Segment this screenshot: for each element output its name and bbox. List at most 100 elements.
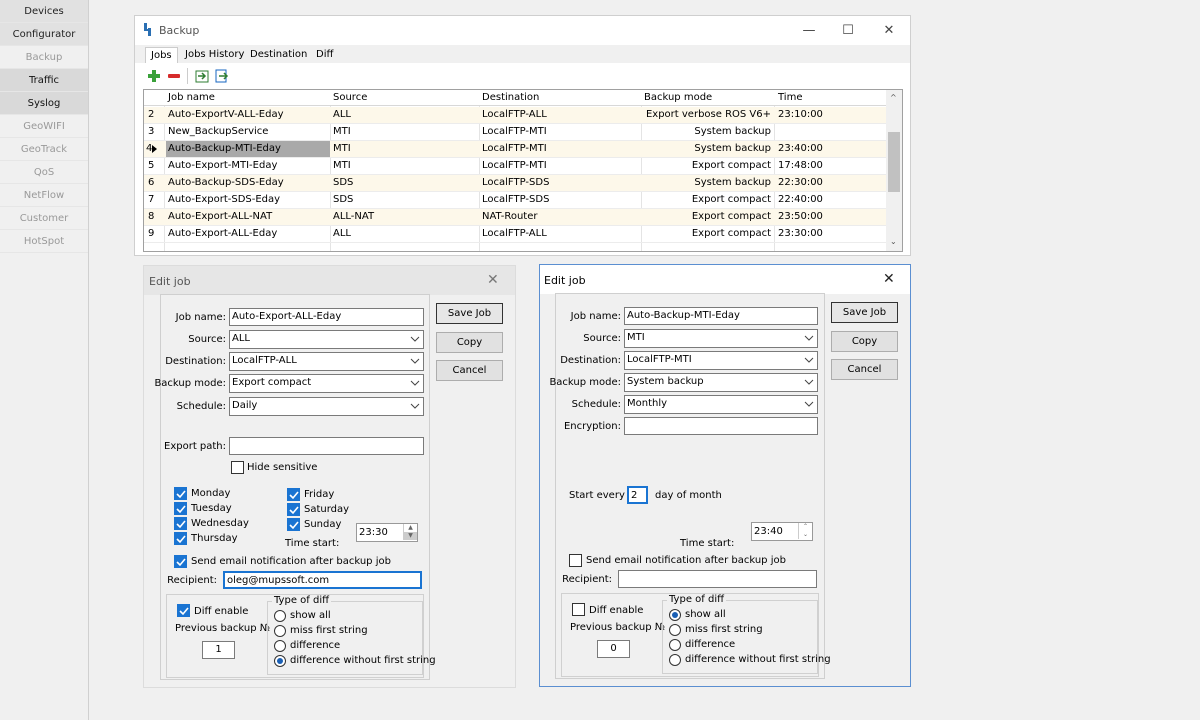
job-name-cell: Auto-Export-ALL-Eday: [168, 228, 278, 239]
saturday-checkbox[interactable]: [287, 503, 300, 516]
sidebar-item-netflow[interactable]: NetFlow: [0, 184, 88, 207]
destination-select[interactable]: LocalFTP-MTI: [624, 351, 818, 370]
save-job-button[interactable]: Save Job: [436, 303, 503, 324]
mode-cell: Export compact: [691, 160, 771, 171]
schedule-select[interactable]: Daily: [229, 397, 424, 416]
job-name-cell: Auto-Backup-MTI-Eday: [168, 143, 281, 154]
copy-button[interactable]: Copy: [831, 331, 898, 352]
hide-sensitive-checkbox[interactable]: [231, 461, 244, 474]
minimize-icon[interactable]: —: [799, 23, 819, 38]
day-of-month-field[interactable]: 2: [627, 486, 648, 504]
diff-difference-radio[interactable]: [669, 639, 681, 651]
time-start-spinner[interactable]: 23:30 ▲ ▼: [356, 523, 418, 542]
send-email-checkbox[interactable]: [174, 555, 187, 568]
remove-icon[interactable]: [167, 69, 181, 83]
tab-destination[interactable]: Destination: [245, 47, 312, 63]
table-row[interactable]: 6 Auto-Backup-SDS-Eday SDS LocalFTP-SDS …: [144, 175, 886, 192]
friday-checkbox[interactable]: [287, 488, 300, 501]
table-row[interactable]: 3 New_BackupService MTI LocalFTP-MTI Sys…: [144, 124, 886, 141]
table-row[interactable]: 4 Auto-Backup-MTI-Eday MTI LocalFTP-MTI …: [144, 141, 886, 158]
diff-without-first-radio[interactable]: [669, 654, 681, 666]
maximize-icon[interactable]: ☐: [838, 23, 858, 38]
table-row[interactable]: 2 Auto-ExportV-ALL-Eday ALL LocalFTP-ALL…: [144, 107, 886, 124]
sidebar-item-syslog[interactable]: Syslog: [0, 92, 88, 115]
diff-difference-radio[interactable]: [274, 640, 286, 652]
sidebar-item-qos[interactable]: QoS: [0, 161, 88, 184]
table-row[interactable]: 8 Auto-Export-ALL-NAT ALL-NAT NAT-Router…: [144, 209, 886, 226]
diff-miss-first-radio[interactable]: [274, 625, 286, 637]
diff-miss-first-label: miss first string: [685, 624, 763, 635]
diff-enable-checkbox[interactable]: [177, 604, 190, 617]
previous-backup-field[interactable]: 1: [202, 641, 235, 659]
sidebar-item-customer[interactable]: Customer: [0, 207, 88, 230]
sidebar-item-backup[interactable]: Backup: [0, 46, 88, 69]
chevron-down-icon: [410, 380, 420, 386]
save-job-button[interactable]: Save Job: [831, 302, 898, 323]
monday-checkbox[interactable]: [174, 487, 187, 500]
spin-up-icon[interactable]: ⌃: [798, 523, 812, 531]
thursday-checkbox[interactable]: [174, 532, 187, 545]
column-header[interactable]: Source: [333, 92, 367, 103]
monday-label: Monday: [191, 488, 231, 499]
tab-diff[interactable]: Diff: [311, 47, 338, 63]
scroll-up-icon[interactable]: ^: [890, 93, 897, 102]
sidebar-item-traffic[interactable]: Traffic: [0, 69, 88, 92]
spin-down-icon[interactable]: ▼: [403, 532, 417, 540]
encryption-field[interactable]: [624, 417, 818, 435]
cancel-button[interactable]: Cancel: [436, 360, 503, 381]
backup-mode-select[interactable]: Export compact: [229, 374, 424, 393]
table-row[interactable]: 5 Auto-Export-MTI-Eday MTI LocalFTP-MTI …: [144, 158, 886, 175]
diff-show-all-radio[interactable]: [669, 609, 681, 621]
sidebar-item-hotspot[interactable]: HotSpot: [0, 230, 88, 253]
schedule-select[interactable]: Monthly: [624, 395, 818, 414]
row-number: 9: [148, 228, 155, 239]
diff-show-all-radio[interactable]: [274, 610, 286, 622]
sidebar: Devices Configurator Backup Traffic Sysl…: [0, 0, 89, 720]
source-select[interactable]: MTI: [624, 329, 818, 348]
scroll-thumb[interactable]: [888, 132, 900, 192]
scroll-down-icon[interactable]: ⌄: [890, 237, 897, 246]
column-header[interactable]: Destination: [482, 92, 539, 103]
recipient-field[interactable]: [618, 570, 817, 588]
window-titlebar: Backup — ☐ ✕: [135, 16, 910, 45]
wednesday-checkbox[interactable]: [174, 517, 187, 530]
recipient-field[interactable]: oleg@mupssoft.com: [223, 571, 422, 589]
diff-enable-checkbox[interactable]: [572, 603, 585, 616]
copy-button[interactable]: Copy: [436, 332, 503, 353]
send-email-checkbox[interactable]: [569, 554, 582, 567]
close-icon[interactable]: ✕: [879, 23, 899, 38]
job-name-field[interactable]: Auto-Backup-MTI-Eday: [624, 307, 818, 325]
table-scrollbar[interactable]: ^ ⌄: [886, 90, 902, 251]
add-icon[interactable]: [147, 69, 161, 83]
export-path-field[interactable]: [229, 437, 424, 455]
sidebar-item-geowifi[interactable]: GeoWIFI: [0, 115, 88, 138]
tab-jobs[interactable]: Jobs: [145, 47, 178, 63]
tab-jobs-history[interactable]: Jobs History: [180, 47, 249, 63]
column-header[interactable]: Backup mode: [644, 92, 712, 103]
table-row[interactable]: 7 Auto-Export-SDS-Eday SDS LocalFTP-SDS …: [144, 192, 886, 209]
sidebar-item-geotrack[interactable]: GeoTrack: [0, 138, 88, 161]
column-header[interactable]: Job name: [168, 92, 215, 103]
cancel-button[interactable]: Cancel: [831, 359, 898, 380]
import-icon[interactable]: [195, 69, 209, 83]
previous-backup-field[interactable]: 0: [597, 640, 630, 658]
jobs-table: Job name Source Destination Backup mode …: [143, 89, 903, 252]
sunday-checkbox[interactable]: [287, 518, 300, 531]
backup-mode-select[interactable]: System backup: [624, 373, 818, 392]
export-icon[interactable]: [215, 69, 229, 83]
source-select[interactable]: ALL: [229, 330, 424, 349]
diff-without-first-radio[interactable]: [274, 655, 286, 667]
tuesday-checkbox[interactable]: [174, 502, 187, 515]
sidebar-item-configurator[interactable]: Configurator: [0, 23, 88, 46]
close-icon[interactable]: ✕: [487, 272, 499, 288]
close-icon[interactable]: ✕: [883, 271, 895, 287]
destination-select[interactable]: LocalFTP-ALL: [229, 352, 424, 371]
time-start-spinner[interactable]: 23:40 ⌃ ⌄: [751, 522, 813, 541]
sidebar-item-devices[interactable]: Devices: [0, 0, 88, 23]
spin-up-icon[interactable]: ▲: [403, 524, 417, 532]
job-name-field[interactable]: Auto-Export-ALL-Eday: [229, 308, 424, 326]
column-header[interactable]: Time: [778, 92, 802, 103]
diff-miss-first-radio[interactable]: [669, 624, 681, 636]
spin-down-icon[interactable]: ⌄: [798, 531, 812, 539]
table-row[interactable]: 9 Auto-Export-ALL-Eday ALL LocalFTP-ALL …: [144, 226, 886, 243]
